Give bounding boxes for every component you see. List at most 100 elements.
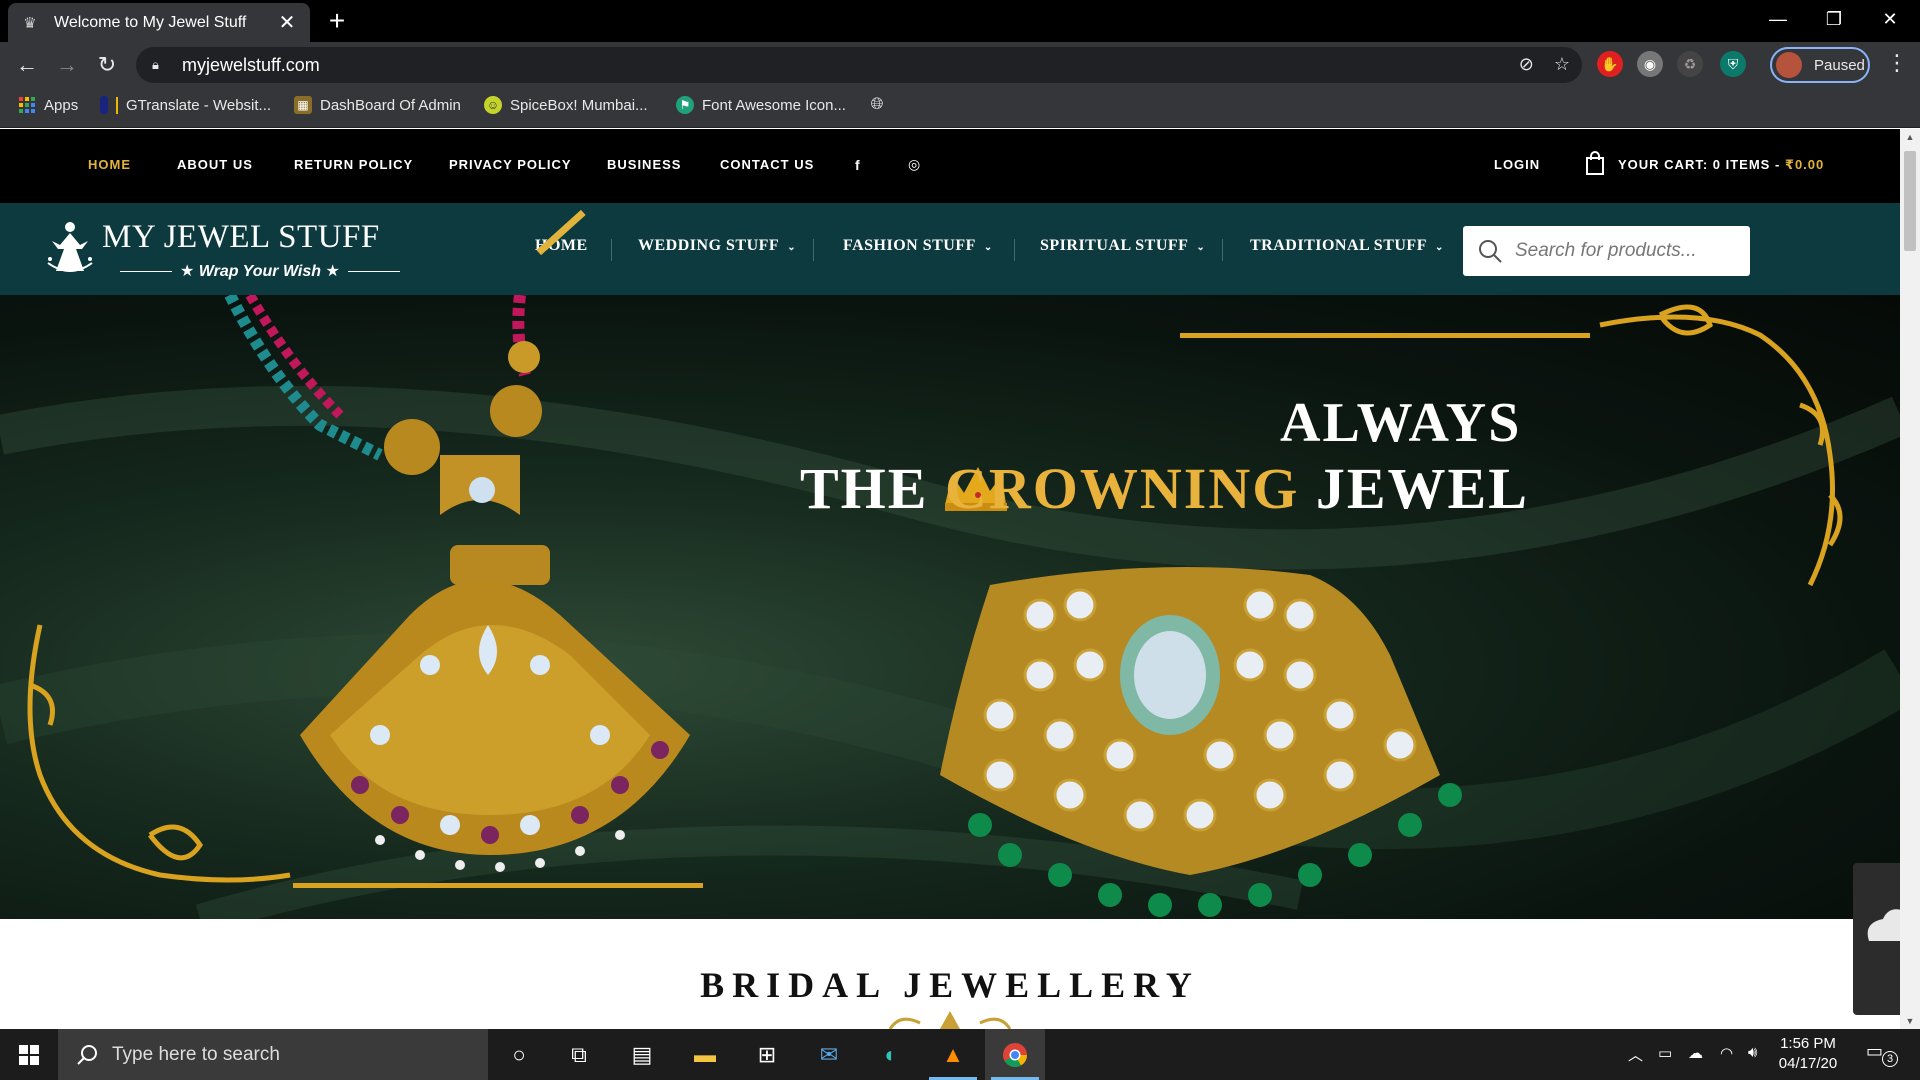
toplink-about-us[interactable]: ABOUT US xyxy=(177,157,253,172)
hero-artwork xyxy=(0,295,1900,919)
store-icon[interactable]: ⊞ xyxy=(737,1029,797,1080)
nav-label: FASHION STUFF xyxy=(843,237,976,254)
logo-name: MY JEWEL STUFF xyxy=(102,219,380,255)
tab-close-icon[interactable]: ✕ xyxy=(276,10,298,35)
lock-icon: 🔒︎ xyxy=(152,57,159,72)
extension-red-hand-icon[interactable]: ✋ xyxy=(1597,51,1623,77)
login-link[interactable]: LOGIN xyxy=(1494,157,1540,172)
nav-divider xyxy=(611,239,612,261)
site-logo[interactable]: MY JEWEL STUFF ★ Wrap Your Wish ★ xyxy=(42,219,380,280)
floating-side-widget[interactable] xyxy=(1853,863,1900,1015)
nav-traditional-stuff[interactable]: TRADITIONAL STUFF ⌄ xyxy=(1250,237,1444,255)
scroll-thumb[interactable] xyxy=(1904,151,1916,251)
chrome-icon[interactable] xyxy=(985,1029,1045,1080)
toplink-return-policy[interactable]: RETURN POLICY xyxy=(294,157,413,172)
vlc-icon[interactable]: ▲ xyxy=(923,1029,983,1080)
clock-date: 04/17/20 xyxy=(1778,1055,1838,1072)
nav-label: SPIRITUAL STUFF xyxy=(1040,237,1189,254)
search-placeholder: Search for products... xyxy=(1515,240,1697,261)
taskbar-clock[interactable]: 1:56 PM 04/17/20 xyxy=(1772,1034,1844,1074)
instagram-icon[interactable]: ◎ xyxy=(908,156,921,173)
page-scrollbar[interactable]: ▲ ▼ xyxy=(1900,129,1920,1029)
globe-icon: 🌐︎ xyxy=(870,96,884,113)
search-icon xyxy=(1479,240,1502,263)
hero-line2-post: JEWEL xyxy=(1299,456,1529,521)
bookmark-gtranslate[interactable]: GTranslate - Websit... xyxy=(100,96,271,114)
windows-logo-icon xyxy=(19,1044,39,1065)
hero-headline-line1: ALWAYS xyxy=(1280,392,1522,454)
edge-icon[interactable]: ◐ xyxy=(861,1029,921,1080)
bookmark-font-awesome[interactable]: ⚑ Font Awesome Icon... xyxy=(676,96,846,114)
file-explorer-icon[interactable]: ▬ xyxy=(675,1029,735,1080)
bookmark-label: SpiceBox! Mumbai... xyxy=(510,96,648,114)
gtranslate-icon xyxy=(100,96,108,114)
tray-chevron-icon[interactable]: ︿ xyxy=(1628,1044,1643,1065)
bookmark-dashboard[interactable]: ▦ DashBoard Of Admin xyxy=(294,96,461,114)
gold-line-top xyxy=(1180,333,1590,338)
cart-bag-icon[interactable] xyxy=(1585,151,1605,178)
wifi-icon[interactable]: ◠ xyxy=(1720,1044,1733,1062)
toplink-business[interactable]: BUSINESS xyxy=(607,157,681,172)
site-top-bar: HOME ABOUT US RETURN POLICY PRIVACY POLI… xyxy=(0,129,1900,203)
reload-icon[interactable]: ↻ xyxy=(92,50,122,80)
product-search[interactable]: Search for products... xyxy=(1463,226,1750,276)
volume-icon[interactable]: 🔊︎ xyxy=(1748,1044,1757,1061)
winrar-icon[interactable]: ▤ xyxy=(612,1029,672,1080)
search-icon xyxy=(77,1044,97,1065)
translate-blocked-icon[interactable]: ⊘ xyxy=(1519,54,1534,75)
close-window-button[interactable]: ✕ xyxy=(1862,0,1918,38)
nav-fashion-stuff[interactable]: FASHION STUFF ⌄ xyxy=(843,237,993,255)
font-awesome-icon: ⚑ xyxy=(676,96,694,114)
hero-banner[interactable]: ALWAYS THE CROWNING JEWEL xyxy=(0,295,1900,919)
bookmark-globe[interactable]: 🌐︎ xyxy=(868,96,894,114)
nav-wedding-stuff[interactable]: WEDDING STUFF ⌄ xyxy=(638,237,796,255)
page-viewport: HOME ABOUT US RETURN POLICY PRIVACY POLI… xyxy=(0,129,1900,1029)
start-button[interactable] xyxy=(0,1029,58,1080)
cortana-icon[interactable]: ○ xyxy=(489,1029,549,1080)
cart-link[interactable]: YOUR CART: 0 ITEMS - ₹0.00 xyxy=(1618,157,1824,173)
spicebox-icon: ☺ xyxy=(484,96,502,114)
extension-camera-icon[interactable]: ◉ xyxy=(1637,51,1663,77)
facebook-icon[interactable]: f xyxy=(855,157,861,173)
chevron-down-icon: ⌄ xyxy=(983,242,993,253)
restore-button[interactable]: ❐ xyxy=(1806,0,1862,38)
browser-menu-icon[interactable]: ⋮ xyxy=(1882,50,1912,76)
taskbar-search[interactable]: Type here to search xyxy=(58,1029,488,1080)
hero-line2-gold: CROWNING xyxy=(945,456,1300,521)
extension-recycle-icon[interactable]: ♻ xyxy=(1677,51,1703,77)
new-tab-button[interactable]: + xyxy=(322,6,352,36)
nav-spiritual-stuff[interactable]: SPIRITUAL STUFF ⌄ xyxy=(1040,237,1205,255)
profile-label: Paused xyxy=(1814,56,1865,74)
logo-figure-icon xyxy=(47,222,93,272)
toplink-home[interactable]: HOME xyxy=(88,157,131,172)
mail-icon[interactable]: ✉ xyxy=(799,1029,859,1080)
battery-icon[interactable]: ▭ xyxy=(1658,1044,1672,1062)
task-view-icon[interactable]: ⧉ xyxy=(549,1029,609,1080)
toplink-contact-us[interactable]: CONTACT US xyxy=(720,157,814,172)
profile-button[interactable]: Paused xyxy=(1770,47,1870,83)
hero-headline-line2: THE CROWNING JEWEL xyxy=(800,455,1529,522)
extension-vpn-icon[interactable]: ⛨ xyxy=(1720,51,1746,77)
browser-tab[interactable]: ♛ Welcome to My Jewel Stuff ✕ xyxy=(8,3,310,42)
back-arrow-icon[interactable]: ← xyxy=(12,50,42,80)
scroll-down-icon[interactable]: ▼ xyxy=(1900,1013,1920,1029)
avatar xyxy=(1776,52,1802,78)
toplink-privacy-policy[interactable]: PRIVACY POLICY xyxy=(449,157,572,172)
minimize-button[interactable]: — xyxy=(1750,0,1806,38)
address-bar[interactable]: 🔒︎ myjewelstuff.com ⊘ ☆ xyxy=(136,47,1582,83)
chrome-logo-icon xyxy=(1003,1042,1027,1067)
dashboard-icon: ▦ xyxy=(294,96,312,114)
taskbar-search-placeholder: Type here to search xyxy=(112,1043,280,1065)
scroll-up-icon[interactable]: ▲ xyxy=(1900,129,1920,145)
chevron-down-icon: ⌄ xyxy=(787,242,797,253)
nav-divider xyxy=(813,239,814,261)
bookmark-star-icon[interactable]: ☆ xyxy=(1554,54,1570,75)
bookmark-apps[interactable]: Apps xyxy=(18,96,78,114)
action-center-icon[interactable]: ▭ 3 xyxy=(1866,1041,1898,1069)
onedrive-icon[interactable]: ☁ xyxy=(1688,1044,1703,1062)
cart-amount: ₹0.00 xyxy=(1784,157,1825,172)
site-header: MY JEWEL STUFF ★ Wrap Your Wish ★ HOME W… xyxy=(0,203,1900,295)
forward-arrow-icon[interactable]: → xyxy=(52,50,82,80)
bookmark-label: GTranslate - Websit... xyxy=(116,96,271,114)
bookmark-spicebox[interactable]: ☺ SpiceBox! Mumbai... xyxy=(484,96,648,114)
